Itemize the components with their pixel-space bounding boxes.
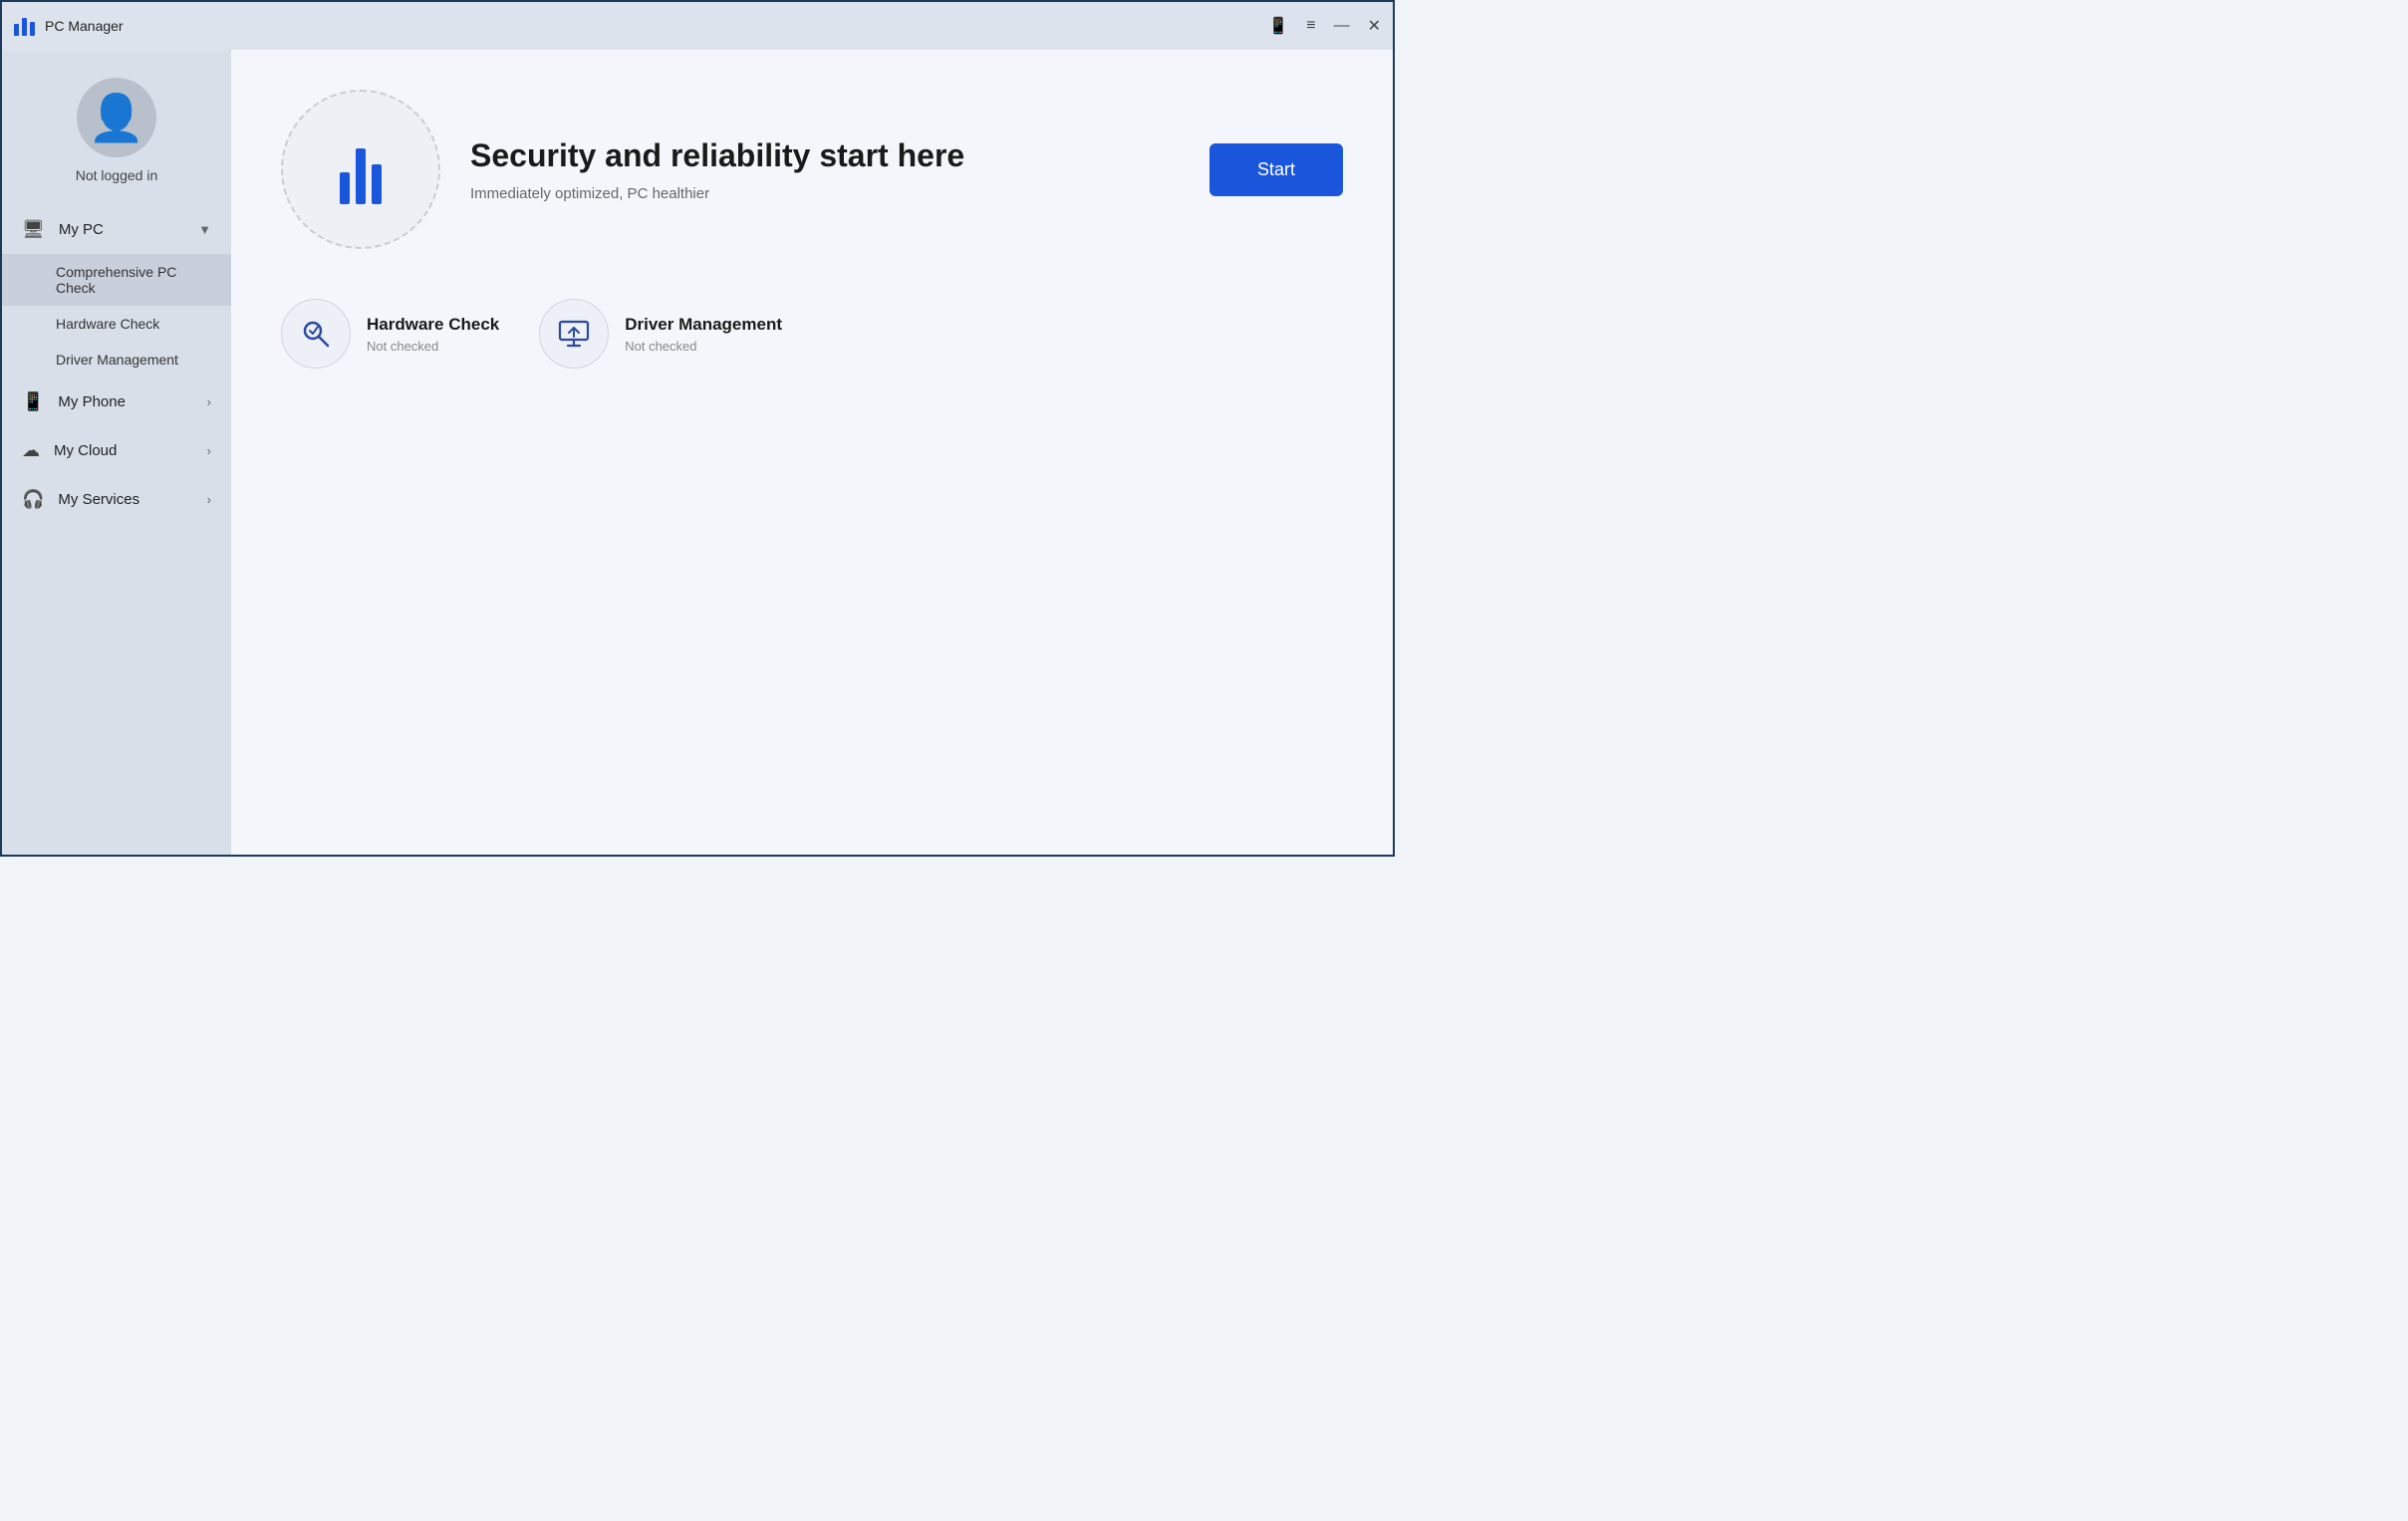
hero-title: Security and reliability start here (470, 136, 1180, 174)
hardware-check-status: Not checked (367, 339, 499, 354)
hero-text: Security and reliability start here Imme… (470, 136, 1180, 201)
cloud-icon: ☁ (22, 440, 40, 461)
sidebar-item-label: My Services (58, 491, 192, 508)
menu-icon[interactable]: ≡ (1306, 17, 1315, 35)
sidebar-item-label: My Phone (58, 393, 192, 410)
driver-management-info: Driver Management Not checked (625, 315, 782, 354)
sidebar-item-my-cloud[interactable]: ☁ My Cloud › (2, 426, 231, 475)
hardware-check-title: Hardware Check (367, 315, 499, 335)
phone-icon[interactable]: 📱 (1268, 16, 1288, 36)
content-area: Security and reliability start here Imme… (231, 50, 1393, 855)
titlebar-controls: 📱 ≡ — ✕ (1268, 16, 1381, 36)
titlebar: PC Manager 📱 ≡ — ✕ (2, 2, 1393, 50)
hero-logo-circle (281, 90, 440, 249)
headset-icon: 🎧 (22, 489, 44, 510)
cards-row: Hardware Check Not checked (281, 299, 1343, 369)
my-pc-subitems: Comprehensive PC Check Hardware Check Dr… (2, 254, 231, 378)
driver-management-card[interactable]: Driver Management Not checked (539, 299, 782, 369)
sidebar-item-label: My PC (59, 221, 184, 238)
avatar: 👤 (77, 78, 156, 157)
hero-section: Security and reliability start here Imme… (281, 90, 1343, 249)
hardware-check-icon (298, 316, 334, 352)
sidebar-item-label: My Cloud (54, 442, 193, 459)
sidebar-item-my-pc[interactable]: 🖥 My PC ▼ (2, 205, 231, 254)
main-layout: 👤 Not logged in 🖥 My PC ▼ Comprehensive … (2, 50, 1393, 855)
close-button[interactable]: ✕ (1368, 16, 1381, 36)
chevron-right-icon: › (207, 394, 211, 409)
navigation: 🖥 My PC ▼ Comprehensive PC Check Hardwar… (2, 205, 231, 855)
driver-management-title: Driver Management (625, 315, 782, 335)
driver-management-icon-circle (539, 299, 609, 369)
sidebar-subitem-driver-management[interactable]: Driver Management (2, 342, 231, 378)
sidebar-item-my-phone[interactable]: 📱 My Phone › (2, 378, 231, 426)
hardware-check-card[interactable]: Hardware Check Not checked (281, 299, 499, 369)
logo-icon (14, 16, 35, 36)
titlebar-left: PC Manager (14, 16, 124, 36)
driver-management-status: Not checked (625, 339, 782, 354)
hero-subtitle: Immediately optimized, PC healthier (470, 185, 1180, 202)
hardware-check-info: Hardware Check Not checked (367, 315, 499, 354)
chevron-right-icon: › (207, 492, 211, 507)
driver-management-icon (556, 316, 592, 352)
app-logo (14, 16, 35, 36)
sidebar-subitem-hardware-check[interactable]: Hardware Check (2, 306, 231, 342)
chevron-down-icon: ▼ (198, 222, 211, 237)
phone-icon: 📱 (22, 391, 44, 412)
chevron-right-icon: › (207, 443, 211, 458)
sidebar-subitem-comprehensive-pc-check[interactable]: Comprehensive PC Check (2, 254, 231, 306)
hero-logo-icon (340, 134, 382, 204)
sidebar: 👤 Not logged in 🖥 My PC ▼ Comprehensive … (2, 50, 231, 855)
user-section: 👤 Not logged in (2, 50, 231, 205)
laptop-icon: 🖥 (22, 219, 45, 240)
user-status: Not logged in (76, 167, 158, 183)
sidebar-item-my-services[interactable]: 🎧 My Services › (2, 475, 231, 524)
avatar-icon: 👤 (88, 95, 144, 140)
minimize-button[interactable]: — (1334, 17, 1350, 35)
app-title: PC Manager (45, 18, 124, 34)
hardware-check-icon-circle (281, 299, 351, 369)
start-button[interactable]: Start (1209, 143, 1343, 196)
